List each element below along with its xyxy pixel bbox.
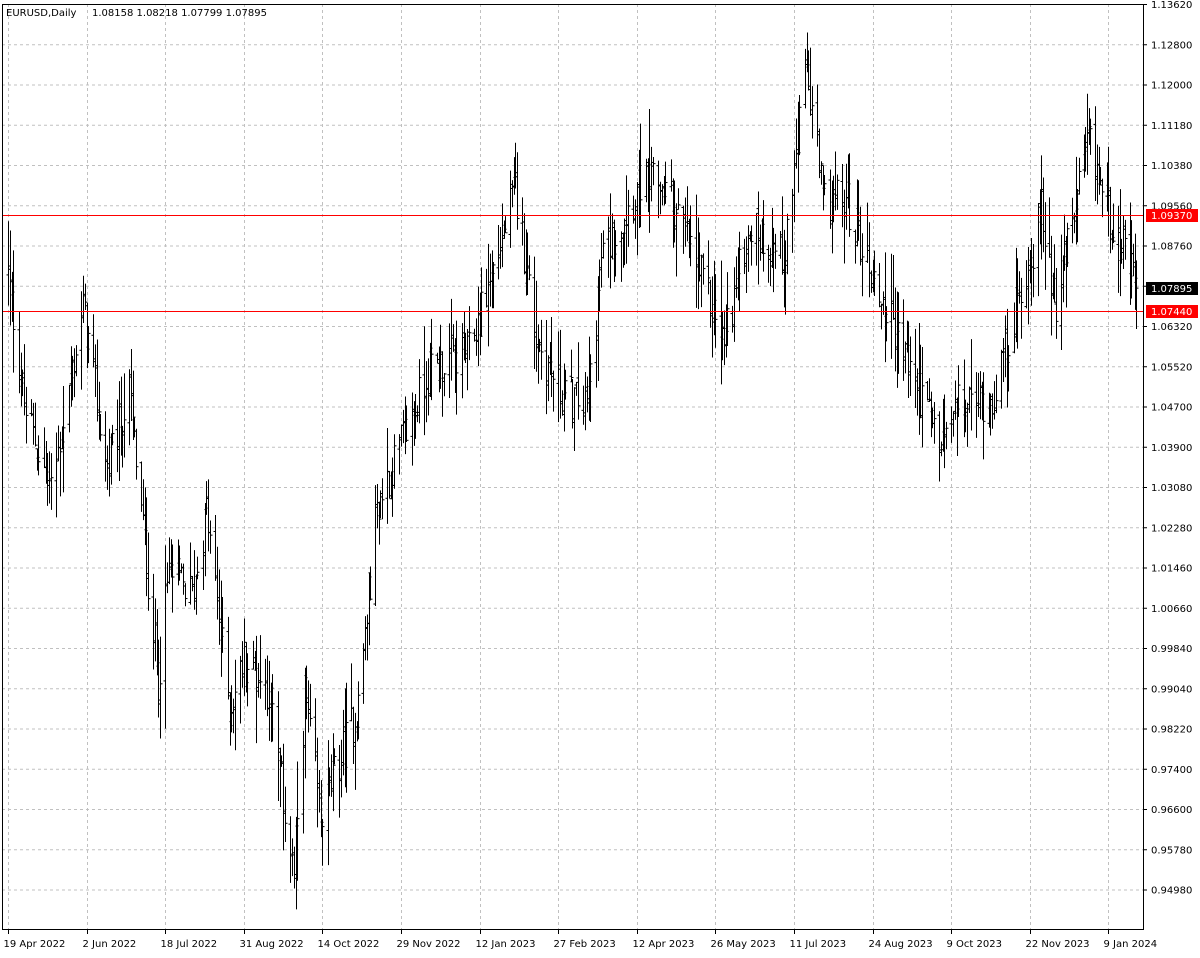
svg-text:1.07440: 1.07440 xyxy=(1151,307,1192,318)
y-tick-label: 1.10380 xyxy=(1151,161,1192,172)
svg-text:1.09370: 1.09370 xyxy=(1151,211,1192,222)
y-tick-label: 0.99840 xyxy=(1151,644,1192,655)
x-tick-label: 2 Jun 2022 xyxy=(83,939,137,950)
current-price-tag[interactable]: 1.07895 xyxy=(1146,282,1198,295)
y-tick-label: 1.04700 xyxy=(1151,403,1192,414)
x-tick-label: 11 Jul 2023 xyxy=(790,939,847,950)
ohlc-values: 1.08158 1.08218 1.07799 1.07895 xyxy=(92,8,267,19)
y-tick-label: 1.01460 xyxy=(1151,564,1192,575)
y-tick-label: 1.03080 xyxy=(1151,483,1192,494)
y-tick-label: 1.03900 xyxy=(1151,443,1192,454)
y-tick-label: 1.05520 xyxy=(1151,362,1192,373)
y-tick-label: 1.00660 xyxy=(1151,604,1192,615)
y-tick-label: 0.94980 xyxy=(1151,886,1192,897)
price-chart[interactable]: 1.136201.128001.120001.111801.103801.095… xyxy=(0,0,1200,958)
svg-text:1.07895: 1.07895 xyxy=(1151,284,1192,295)
x-tick-label: 18 Jul 2022 xyxy=(161,939,218,950)
x-tick-label: 27 Feb 2023 xyxy=(554,939,616,950)
y-tick-label: 1.06320 xyxy=(1151,322,1192,333)
x-tick-label: 22 Nov 2023 xyxy=(1026,939,1090,950)
y-tick-label: 1.12800 xyxy=(1151,40,1192,51)
y-tick-label: 0.96600 xyxy=(1151,805,1192,816)
level-price-tag[interactable]: 1.09370 xyxy=(1146,209,1198,222)
chart-background xyxy=(0,0,1200,958)
y-tick-label: 1.08760 xyxy=(1151,242,1192,253)
y-tick-label: 1.12000 xyxy=(1151,81,1192,92)
y-tick-label: 0.95780 xyxy=(1151,845,1192,856)
x-tick-label: 12 Apr 2023 xyxy=(633,939,695,950)
x-tick-label: 24 Aug 2023 xyxy=(869,939,933,950)
symbol-label: EURUSD,Daily xyxy=(6,8,77,19)
x-tick-label: 26 May 2023 xyxy=(711,939,776,950)
x-tick-label: 9 Jan 2024 xyxy=(1104,939,1158,950)
y-tick-label: 0.97400 xyxy=(1151,765,1192,776)
x-tick-label: 14 Oct 2022 xyxy=(318,939,380,950)
y-tick-label: 0.98220 xyxy=(1151,725,1192,736)
x-tick-label: 29 Nov 2022 xyxy=(397,939,461,950)
x-tick-label: 31 Aug 2022 xyxy=(240,939,304,950)
x-tick-label: 12 Jan 2023 xyxy=(476,939,536,950)
y-tick-label: 0.99040 xyxy=(1151,684,1192,695)
chart-window[interactable]: 1.13620 1.12800 1.12000 1.11180 1.10380 1.095… xyxy=(0,0,1200,958)
level-price-tag[interactable]: 1.07440 xyxy=(1146,305,1198,318)
y-tick-label: 1.13620 xyxy=(1151,0,1192,11)
x-tick-label: 19 Apr 2022 xyxy=(4,939,66,950)
y-tick-label: 1.02280 xyxy=(1151,523,1192,534)
y-tick-label: 1.11180 xyxy=(1151,121,1192,132)
x-tick-label: 9 Oct 2023 xyxy=(947,939,1002,950)
